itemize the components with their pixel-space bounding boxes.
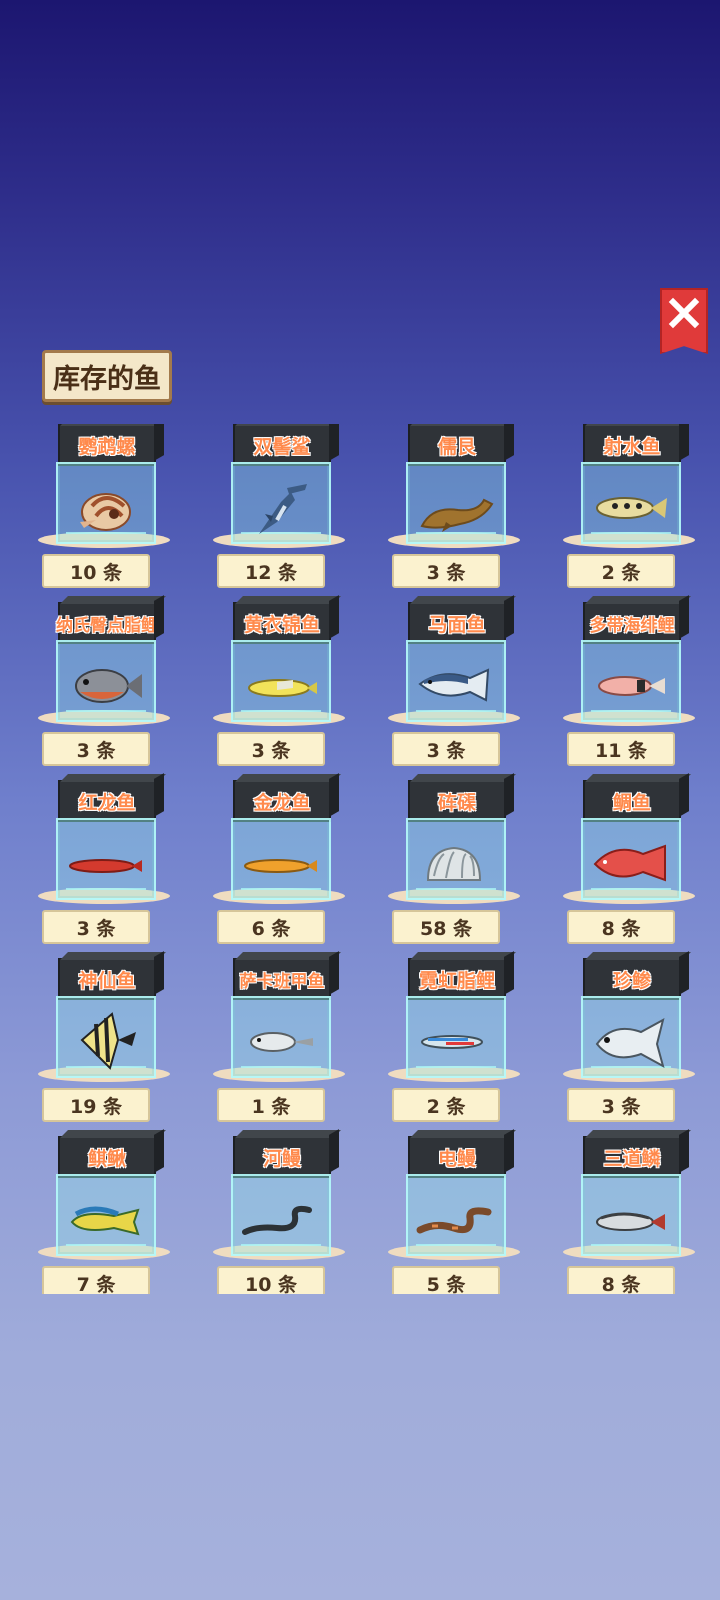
- fish-name-label: 珍鲹: [583, 951, 691, 1000]
- dugong-icon: [420, 498, 494, 532]
- fish-card[interactable]: 鲯鳅 7 条: [34, 1129, 174, 1294]
- nautilus-icon: [80, 493, 131, 531]
- electric-eel-icon: [416, 1207, 492, 1234]
- fish-count: 8 条: [567, 1266, 675, 1294]
- fish-count: 2 条: [567, 554, 675, 588]
- piranha-icon: [75, 669, 142, 703]
- fish-card[interactable]: 砗磲 58 条: [384, 773, 524, 950]
- fish-name-label: 儒艮: [408, 424, 516, 466]
- goatfish-icon: [598, 676, 665, 696]
- fish-card[interactable]: 马面鱼 3 条: [384, 595, 524, 772]
- fish-card[interactable]: 多带海绯鲤 11 条: [559, 595, 699, 772]
- close-x-icon: [668, 297, 700, 329]
- fish-card[interactable]: 金龙鱼 6 条: [209, 773, 349, 950]
- archerfish-icon: [596, 497, 667, 519]
- fish-card[interactable]: 纳氏臀点脂鲤 3 条: [34, 595, 174, 772]
- fish-card[interactable]: 双髻鲨 12 条: [209, 424, 349, 594]
- fish-card[interactable]: 儒艮 3 条: [384, 424, 524, 594]
- mahi-mahi-icon: [70, 1206, 140, 1236]
- fish-count: 3 条: [392, 554, 500, 588]
- fish-card[interactable]: 电鳗 5 条: [384, 1129, 524, 1294]
- fish-name-label: 三道鳞: [583, 1129, 691, 1178]
- fish-name-label: 河鳗: [233, 1129, 341, 1178]
- fish-name-label: 鹦鹉螺: [58, 424, 166, 466]
- fish-count: 3 条: [42, 910, 150, 944]
- fish-card[interactable]: 红龙鱼 3 条: [34, 773, 174, 950]
- giant-trevally-icon: [595, 1018, 665, 1069]
- fish-name-label: 多带海绯鲤: [583, 595, 691, 644]
- fish-name-label: 神仙鱼: [58, 951, 166, 1000]
- fish-name-label: 鲷鱼: [583, 773, 691, 822]
- fish-count: 3 条: [567, 1088, 675, 1122]
- fish-count: 10 条: [217, 1266, 325, 1294]
- sacabambaspis-icon: [250, 1032, 313, 1052]
- fish-name-label: 马面鱼: [408, 595, 516, 644]
- fish-name-label: 电鳗: [408, 1129, 516, 1178]
- fish-count: 7 条: [42, 1266, 150, 1294]
- fish-name-label: 金龙鱼: [233, 773, 341, 822]
- fish-name-label: 红龙鱼: [58, 773, 166, 822]
- fish-name-label: 射水鱼: [583, 424, 691, 466]
- fish-count: 3 条: [42, 732, 150, 766]
- fish-card[interactable]: 三道鳞 8 条: [559, 1129, 699, 1294]
- fish-card[interactable]: 鲷鱼 8 条: [559, 773, 699, 950]
- fish-name-label: 霓虹脂鲤: [408, 951, 516, 1000]
- fish-count: 6 条: [217, 910, 325, 944]
- fish-count: 19 条: [42, 1088, 150, 1122]
- filefish-icon: [418, 668, 490, 702]
- river-eel-icon: [242, 1205, 312, 1235]
- fish-count: 11 条: [567, 732, 675, 766]
- fish-count: 8 条: [567, 910, 675, 944]
- fish-card[interactable]: 神仙鱼 19 条: [34, 951, 174, 1128]
- fish-name-label: 黄衣锦鱼: [233, 595, 341, 644]
- golden-arowana-icon: [244, 859, 317, 873]
- fish-card[interactable]: 射水鱼 2 条: [559, 424, 699, 594]
- yellow-wrasse-icon: [248, 679, 317, 697]
- fish-count: 3 条: [217, 732, 325, 766]
- red-arowana-icon: [69, 859, 142, 873]
- fish-card[interactable]: 鹦鹉螺 10 条: [34, 424, 174, 594]
- sea-bream-icon: [593, 844, 666, 882]
- hammerhead-shark-icon: [259, 484, 307, 534]
- fish-count: 3 条: [392, 732, 500, 766]
- giant-clam-icon: [426, 846, 482, 881]
- fish-count: 10 条: [42, 554, 150, 588]
- fish-name-label: 萨卡班甲鱼: [233, 951, 341, 1000]
- page-title: 库存的鱼: [42, 350, 172, 402]
- fish-name-label: 鲯鳅: [58, 1129, 166, 1178]
- fish-card[interactable]: 河鳗 10 条: [209, 1129, 349, 1294]
- fish-count: 2 条: [392, 1088, 500, 1122]
- fish-card[interactable]: 霓虹脂鲤 2 条: [384, 951, 524, 1128]
- fish-name-label: 纳氏臀点脂鲤: [56, 595, 166, 644]
- angelfish-icon: [80, 1012, 136, 1070]
- fish-name-label: 砗磲: [408, 773, 516, 822]
- neon-tetra-icon: [421, 1035, 483, 1049]
- fish-card[interactable]: 萨卡班甲鱼 1 条: [209, 951, 349, 1128]
- fish-card[interactable]: 珍鲹 3 条: [559, 951, 699, 1128]
- close-button[interactable]: [660, 288, 708, 354]
- fish-count: 58 条: [392, 910, 500, 944]
- fish-count: 5 条: [392, 1266, 500, 1294]
- fish-name-label: 双髻鲨: [233, 424, 341, 466]
- fish-count: 12 条: [217, 554, 325, 588]
- fish-count: 1 条: [217, 1088, 325, 1122]
- fish-inventory-grid: 鹦鹉螺 10 条 双髻鲨 12 条 儒艮 3 条 射水鱼 2 条 纳氏臀点脂鲤 …: [34, 424, 704, 1294]
- fish-card[interactable]: 黄衣锦鱼 3 条: [209, 595, 349, 772]
- reeves-shad-icon: [596, 1212, 665, 1231]
